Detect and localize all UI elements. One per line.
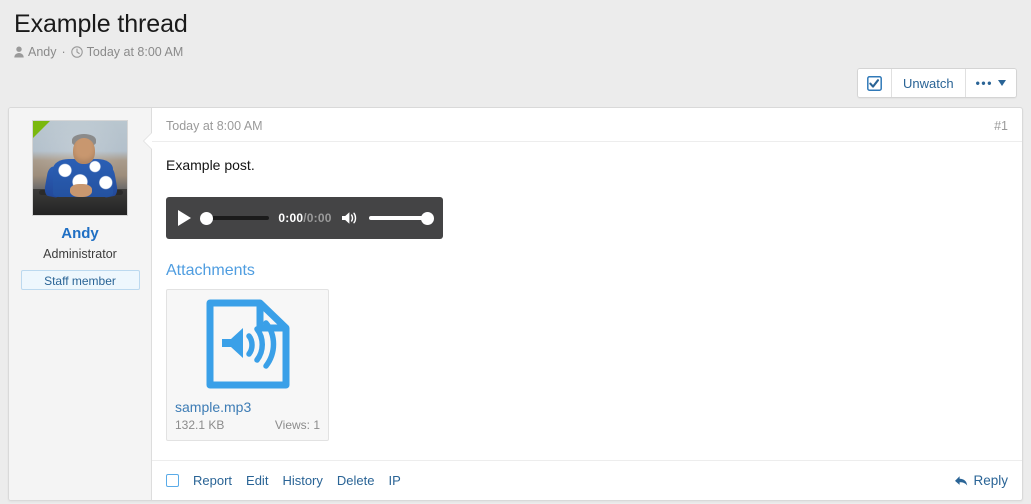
user-icon <box>14 46 24 58</box>
chevron-down-icon <box>998 80 1006 86</box>
thread-action-bar: Unwatch ••• <box>0 60 1031 98</box>
post-select-checkbox[interactable] <box>166 474 179 487</box>
audio-volume-slider[interactable] <box>368 211 434 225</box>
online-indicator-icon <box>33 121 50 138</box>
reply-arrow-icon <box>954 475 968 487</box>
post-author-sidebar: Andy Administrator Staff member <box>9 108 152 500</box>
audio-progress-track <box>206 216 270 220</box>
attachments-heading: Attachments <box>166 262 255 279</box>
avatar[interactable] <box>32 120 128 216</box>
meta-separator: · <box>61 45 66 59</box>
history-link[interactable]: History <box>282 473 322 489</box>
thread-date: Today at 8:00 AM <box>86 45 184 59</box>
attachment-views: Views: 1 <box>274 418 320 432</box>
post-body: Example post. 0:00/0:00 Attachments samp… <box>152 142 1022 460</box>
audio-progress-knob[interactable] <box>200 211 213 225</box>
post-number[interactable]: #1 <box>994 119 1008 133</box>
checked-checkbox-icon <box>867 75 882 91</box>
attachment-card[interactable]: sample.mp3 132.1 KB Views: 1 <box>166 289 329 441</box>
more-options-button[interactable]: ••• <box>965 69 1016 97</box>
thread-action-button-group: Unwatch ••• <box>857 68 1017 98</box>
post-footer: Report Edit History Delete IP Reply <box>152 460 1022 500</box>
thread-author[interactable]: Andy <box>28 44 57 60</box>
post-header: Today at 8:00 AM #1 <box>152 108 1022 142</box>
audio-volume-knob[interactable] <box>421 211 434 225</box>
thread-header: Example thread Andy · Today at 8:00 AM <box>0 0 1031 60</box>
attachment-size: 132.1 KB <box>175 418 225 432</box>
audio-current-time: 0:00 <box>278 211 304 225</box>
post-arrow <box>144 133 152 149</box>
post-author-title: Administrator <box>43 247 117 261</box>
staff-member-badge: Staff member <box>20 270 140 290</box>
report-link[interactable]: Report <box>193 473 232 489</box>
post-main: Today at 8:00 AM #1 Example post. 0:00/0… <box>143 108 1022 500</box>
post-container: Andy Administrator Staff member Today at… <box>8 107 1023 501</box>
edit-link[interactable]: Edit <box>246 473 268 489</box>
delete-link[interactable]: Delete <box>337 473 375 489</box>
reply-label: Reply <box>973 473 1008 488</box>
play-icon[interactable] <box>178 210 191 226</box>
audio-player[interactable]: 0:00/0:00 <box>166 197 443 239</box>
ellipsis-icon: ••• <box>975 76 993 90</box>
ip-link[interactable]: IP <box>388 473 400 489</box>
post-footer-actions: Report Edit History Delete IP <box>166 473 401 489</box>
post-author-name[interactable]: Andy <box>9 225 151 243</box>
audio-volume-track <box>368 216 428 220</box>
page-title: Example thread <box>14 10 188 38</box>
watch-state-icon-button[interactable] <box>858 69 893 97</box>
attachment-meta: sample.mp3 132.1 KB Views: 1 <box>167 398 328 440</box>
reply-button[interactable]: Reply <box>954 473 1008 488</box>
attachment-name-link[interactable]: sample.mp3 <box>175 398 320 416</box>
audio-duration: 0:00 <box>306 211 332 225</box>
clock-icon <box>70 46 83 58</box>
attachment-submeta: 132.1 KB Views: 1 <box>175 417 320 433</box>
audio-progress-slider[interactable] <box>200 211 270 225</box>
post-message-text: Example post. <box>166 157 255 173</box>
thread-meta: Andy · Today at 8:00 AM <box>14 44 1017 60</box>
audio-file-icon <box>167 290 328 398</box>
attachment-list: sample.mp3 132.1 KB Views: 1 <box>166 289 1008 441</box>
post-date[interactable]: Today at 8:00 AM <box>166 119 263 133</box>
unwatch-button[interactable]: Unwatch <box>892 69 966 97</box>
speaker-icon[interactable] <box>341 210 360 226</box>
audio-time-display: 0:00/0:00 <box>278 211 331 225</box>
